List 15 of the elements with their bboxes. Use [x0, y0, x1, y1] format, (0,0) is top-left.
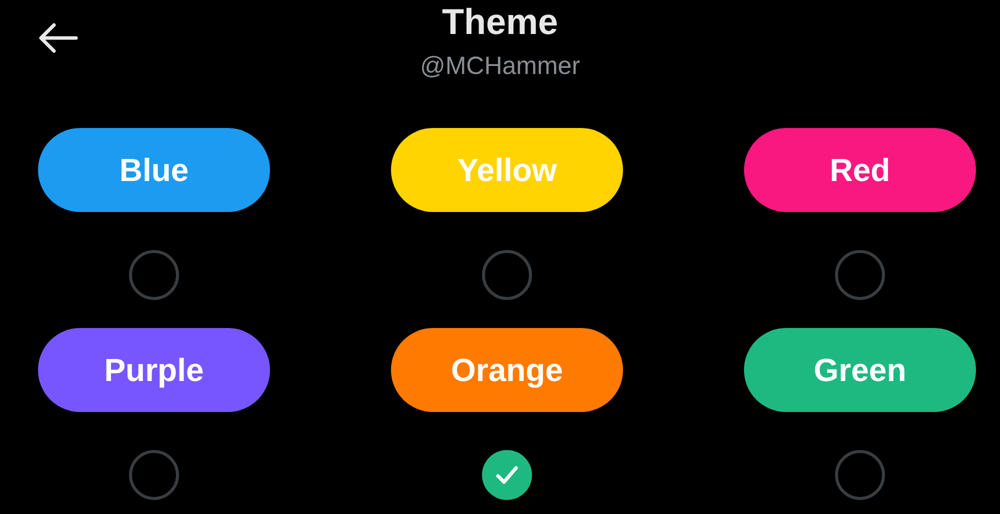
page-title: Theme: [442, 0, 558, 40]
radio-button[interactable]: [129, 250, 179, 300]
theme-color-button[interactable]: Green: [744, 328, 976, 412]
radio-button[interactable]: [482, 250, 532, 300]
theme-color-button[interactable]: Purple: [38, 328, 270, 412]
checkmark-icon: [496, 466, 518, 484]
username: @MCHammer: [420, 54, 580, 79]
radio-button[interactable]: [129, 450, 179, 500]
radio-button[interactable]: [835, 450, 885, 500]
theme-color-button[interactable]: Red: [744, 128, 976, 212]
radio-button[interactable]: [482, 450, 532, 500]
radio-button[interactable]: [835, 250, 885, 300]
back-arrow-icon[interactable]: [38, 22, 78, 54]
theme-color-button[interactable]: Orange: [391, 328, 623, 412]
theme-color-button[interactable]: Blue: [38, 128, 270, 212]
